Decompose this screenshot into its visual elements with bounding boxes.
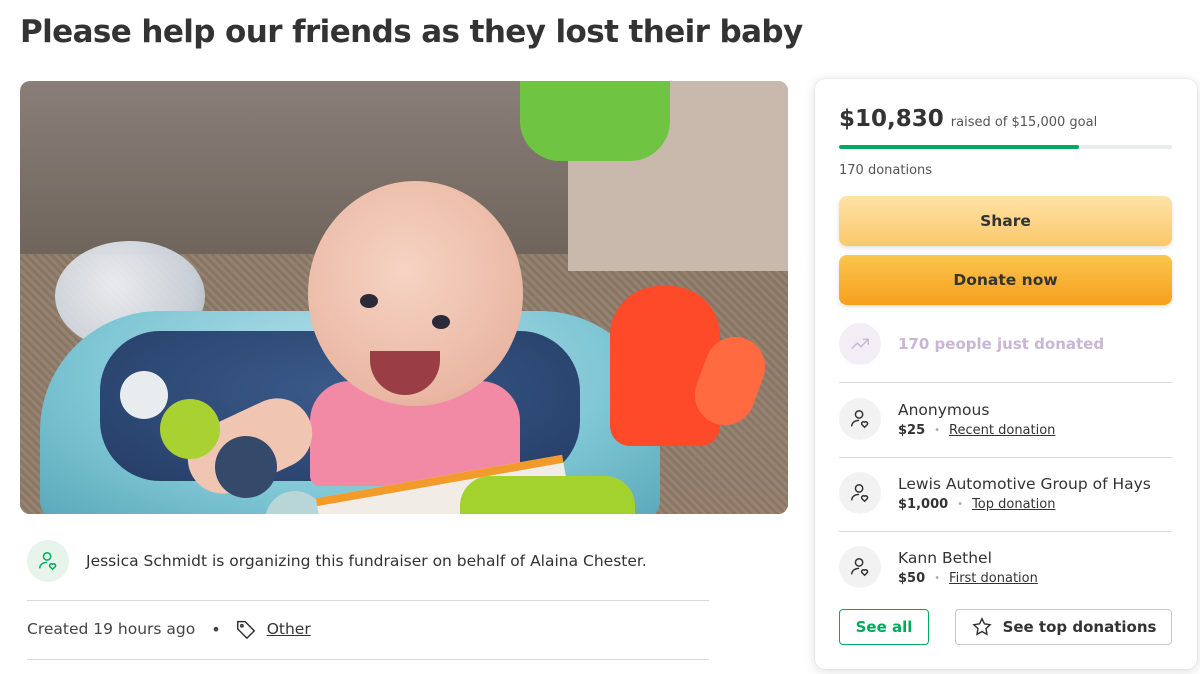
share-button[interactable]: Share [839,196,1172,246]
donor-name: Lewis Automotive Group of Hays [898,474,1151,493]
divider [839,382,1172,383]
star-icon [971,617,992,636]
just-donated-row: 170 people just donated [839,323,1104,365]
donor-name: Kann Bethel [898,548,992,567]
organizer-row: Jessica Schmidt is organizing this fundr… [27,540,717,582]
donor-avatar [839,546,881,588]
donor-item: Kann Bethel $50 • First donation [839,542,1172,592]
donations-count: 170 donations [839,163,933,178]
progress-bar [839,145,1172,149]
trending-up-icon [839,323,881,365]
see-all-button[interactable]: See all [839,609,929,645]
see-top-donations-button[interactable]: See top donations [955,609,1172,645]
donor-avatar [839,398,881,440]
divider [27,659,709,660]
donation-type-link[interactable]: Top donation [972,497,1055,512]
donation-type-link[interactable]: Recent donation [949,423,1055,438]
donor-item: Anonymous $25 • Recent donation [839,394,1172,444]
donor-amount: $50 [898,570,926,586]
user-heart-icon [39,552,57,571]
organizer-avatar [27,540,69,582]
raised-amount: $10,830 [839,106,944,132]
divider [839,531,1172,532]
tag-icon [235,618,257,640]
progress-fill [839,145,1080,149]
donor-item: Lewis Automotive Group of Hays $1,000 • … [839,468,1172,518]
meta-row: Created 19 hours ago • Other [27,618,311,640]
donor-avatar [839,472,881,514]
user-heart-icon [851,558,869,577]
divider [27,600,709,601]
donor-amount: $25 [898,422,926,438]
separator-dot: • [934,572,941,584]
fundraiser-photo[interactable] [20,81,788,514]
divider [839,457,1172,458]
user-heart-icon [851,410,869,429]
donate-now-button[interactable]: Donate now [839,255,1172,305]
separator-dot: • [211,619,221,639]
donation-card: $10,830 raised of $15,000 goal 170 donat… [815,79,1197,669]
separator-dot: • [957,498,964,510]
separator-dot: • [934,424,941,436]
just-donated-text: 170 people just donated [898,335,1105,353]
page-title: Please help our friends as they lost the… [20,14,803,50]
see-top-donations-label: See top donations [1002,618,1157,636]
goal-text: raised of $15,000 goal [950,115,1098,130]
category-link[interactable]: Other [267,620,311,638]
donor-amount: $1,000 [898,496,949,512]
user-heart-icon [851,484,869,503]
organizer-text: Jessica Schmidt is organizing this fundr… [86,552,647,570]
created-time: Created 19 hours ago [27,620,196,638]
raised-summary: $10,830 raised of $15,000 goal [839,106,1097,132]
donor-name: Anonymous [898,400,990,419]
donation-type-link[interactable]: First donation [949,571,1038,586]
